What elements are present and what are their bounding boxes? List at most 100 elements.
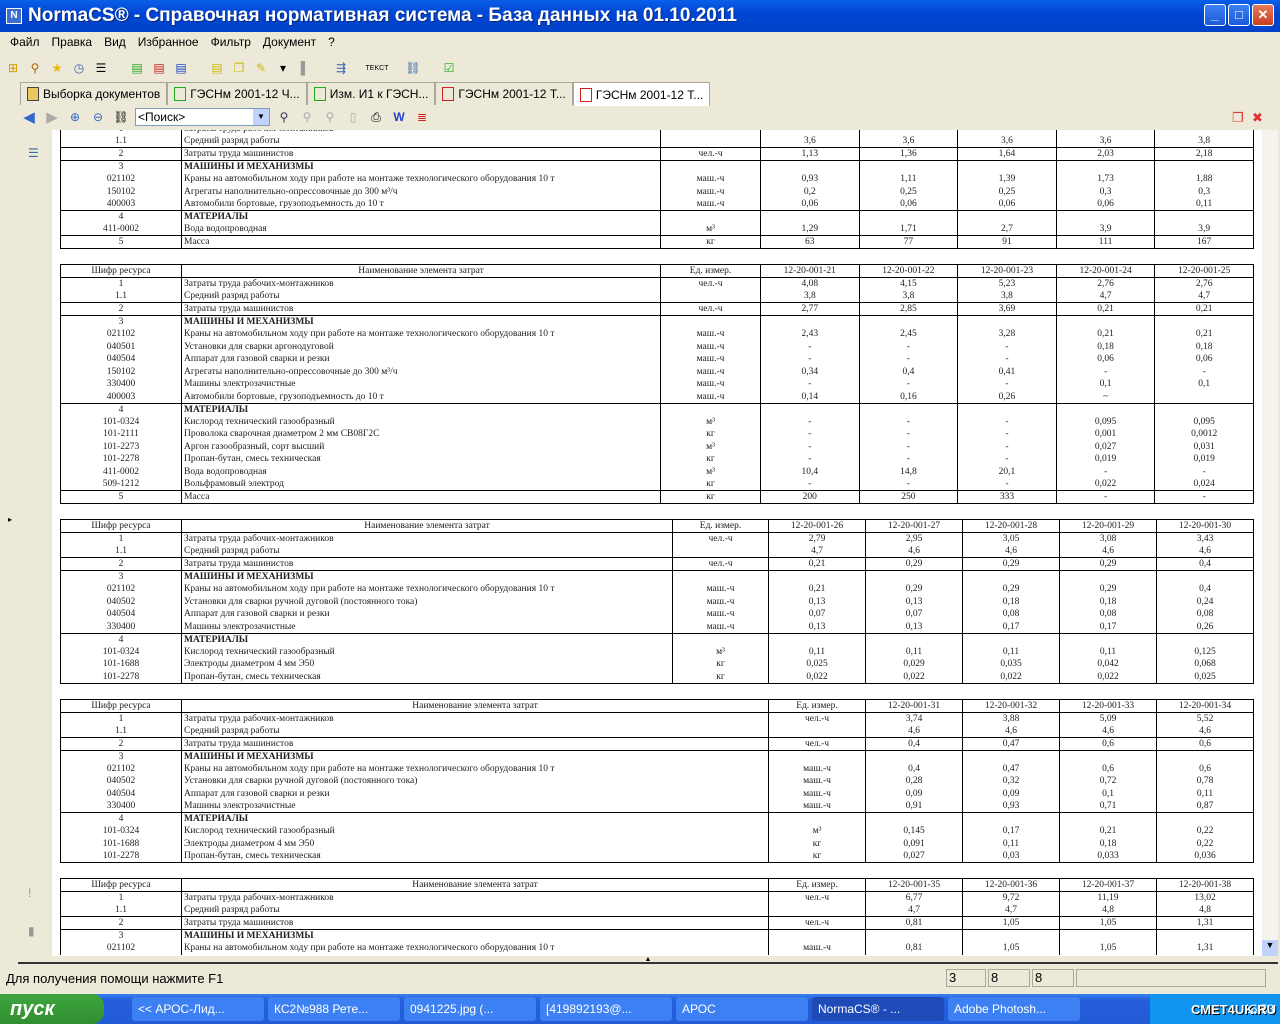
unit: маш.-ч	[672, 595, 769, 608]
start-button[interactable]: пуск	[0, 994, 104, 1024]
value-cell: 0,91	[865, 800, 963, 813]
value-cell: 0,13	[865, 595, 963, 608]
resource-name: Аппарат для газовой сварки и резки	[181, 608, 673, 621]
yellow-doc-icon[interactable]: ▤	[208, 59, 226, 77]
resource-code: 1	[60, 277, 182, 290]
search-combobox[interactable]: <Поиск> ▼	[135, 108, 270, 126]
value-cell: 0,21	[1059, 825, 1157, 838]
splitter[interactable]: ▲	[18, 956, 1278, 964]
status-help-text: Для получения помощи нажмите F1	[6, 970, 224, 986]
taskbar-item[interactable]: Adobe Photosh...	[948, 997, 1080, 1021]
doc-edit-icon[interactable]: ✎	[252, 59, 270, 77]
restore-doc-icon[interactable]: ❐	[1232, 110, 1244, 126]
chevron-down-icon[interactable]: ▼	[253, 109, 269, 125]
unit: маш.-ч	[660, 173, 761, 186]
check-doc-icon[interactable]: ☑	[440, 59, 458, 77]
value-cell: 4,6	[1059, 545, 1157, 558]
table-row: 4 МАТЕРИАЛЫ	[60, 402, 1254, 416]
taskbar-item[interactable]: АРОС	[676, 997, 808, 1021]
value-cell: -	[1055, 490, 1156, 504]
resource-name: МАТЕРИАЛЫ	[181, 812, 769, 825]
menu-favorites[interactable]: Избранное	[132, 33, 205, 53]
search-input[interactable]: <Поиск>	[138, 110, 185, 124]
value-cell: 0,41	[957, 365, 1057, 378]
unit	[660, 315, 761, 328]
menu-filter[interactable]: Фильтр	[205, 33, 257, 53]
history-icon[interactable]: ◷	[70, 59, 88, 77]
value-cell: 0,18	[1055, 340, 1156, 353]
resource-name: Машины электрозачистные	[181, 620, 673, 633]
binoculars-icon[interactable]: ⚲	[26, 59, 44, 77]
header-norm-code: 12-20-001-25	[1154, 264, 1254, 278]
table-row: 2 Затраты труда машинистов чел.-ч 0,81 1,05 1…	[60, 916, 1254, 930]
value-cell: -	[957, 428, 1057, 441]
tab-gesnm-t2[interactable]: ГЭСНм 2001-12 Т...	[572, 82, 711, 106]
expand-arrow-icon[interactable]: ▸	[8, 515, 12, 524]
vertical-scrollbar[interactable]: ▼	[1262, 130, 1278, 956]
menu-edit[interactable]: Правка	[46, 33, 99, 53]
scroll-down-icon[interactable]: ▼	[1262, 940, 1278, 956]
binoculars-icon[interactable]: ⚲	[275, 108, 293, 126]
value-cell: 4,7	[1154, 290, 1254, 303]
table-row: 2 Затраты труда машинистов чел.-ч 2,77 2,85 3…	[60, 302, 1254, 316]
tab-izm-i1[interactable]: Изм. И1 к ГЭСН...	[306, 82, 436, 105]
value-cell: -	[858, 353, 959, 366]
close-doc-icon[interactable]: ✖	[1252, 110, 1263, 126]
unit: чел.-ч	[672, 557, 769, 571]
minimize-button[interactable]: _	[1204, 4, 1226, 26]
status-panel-2: 8	[988, 969, 1030, 987]
bookmark-icon[interactable]: ≣	[413, 108, 431, 126]
back-icon[interactable]: ◀	[20, 108, 38, 126]
green-doc-icon[interactable]: ▤	[128, 59, 146, 77]
value-cell: 0,07	[865, 608, 963, 621]
menu-document[interactable]: Документ	[257, 33, 322, 53]
value-cell: 3,74	[865, 711, 963, 725]
print-icon[interactable]: ⎙	[367, 108, 385, 126]
list-sort-icon[interactable]: ☰	[92, 59, 110, 77]
value-cell: 0,09	[962, 787, 1060, 800]
resource-code: 4	[60, 632, 182, 646]
red-doc-icon[interactable]: ▤	[150, 59, 168, 77]
value-cell: 1,13	[760, 147, 860, 161]
zoom-in-icon[interactable]: ⊕	[66, 108, 84, 126]
taskbar-item[interactable]: [419892193@...	[540, 997, 672, 1021]
tab-gesnm-ch[interactable]: ГЭСНм 2001-12 Ч...	[167, 82, 307, 105]
warning-icon[interactable]: !	[28, 886, 31, 900]
resource-code: 040504	[60, 787, 182, 800]
taskbar-item[interactable]: 0941225.jpg (...	[404, 997, 536, 1021]
value-cell: 0,022	[1055, 478, 1156, 491]
tab-gesnm-t1[interactable]: ГЭСНм 2001-12 Т...	[435, 82, 573, 105]
zoom-out-icon[interactable]: ⊖	[89, 108, 107, 126]
copy-doc-icon[interactable]: ❐	[230, 59, 248, 77]
taskbar-item[interactable]: << АРОС-Лид...	[132, 997, 264, 1021]
resource-name: Аргон газообразный, сорт высший	[181, 440, 661, 453]
word-export-icon[interactable]: W	[390, 108, 408, 126]
menu-file[interactable]: Файл	[4, 33, 46, 53]
table-row: 1 Затраты труда рабочих-монтажников чел.-ч…	[60, 891, 1254, 904]
note-icon[interactable]: ▮	[28, 924, 35, 938]
value-cell: 0,4	[1156, 583, 1254, 596]
star-icon[interactable]: ★	[48, 59, 66, 77]
value-cell: -	[1055, 465, 1156, 478]
value-cell: 2,18	[1154, 147, 1254, 161]
tab-document-selection[interactable]: Выборка документов	[20, 82, 168, 105]
dropdown-arrow-icon[interactable]: ▾	[274, 59, 292, 77]
close-button[interactable]: ✕	[1252, 4, 1274, 26]
value-cell	[962, 632, 1060, 646]
tree-add-icon[interactable]: ⇶	[332, 59, 350, 77]
menu-view[interactable]: Вид	[98, 33, 132, 53]
value-cell: 0,26	[1156, 620, 1254, 633]
contents-icon[interactable]: ☰	[28, 146, 39, 160]
link-icon[interactable]: ⛓	[404, 59, 422, 77]
text-icon[interactable]: TEKCT	[366, 59, 389, 77]
blue-doc-icon[interactable]: ▤	[172, 59, 190, 77]
taskbar-item-active[interactable]: NormaCS® - ...	[812, 997, 944, 1021]
tree-icon[interactable]: ⊞	[4, 59, 22, 77]
maximize-button[interactable]: □	[1228, 4, 1250, 26]
menu-help[interactable]: ?	[322, 33, 341, 53]
resource-code: 101-0324	[60, 645, 182, 658]
value-cell: 0,18	[962, 595, 1060, 608]
links-icon[interactable]: ⛓	[112, 108, 130, 126]
taskbar-item[interactable]: КС2№988 Рете...	[268, 997, 400, 1021]
resource-table: Шифр ресурса Наименование элемента затрат…	[60, 264, 1254, 504]
